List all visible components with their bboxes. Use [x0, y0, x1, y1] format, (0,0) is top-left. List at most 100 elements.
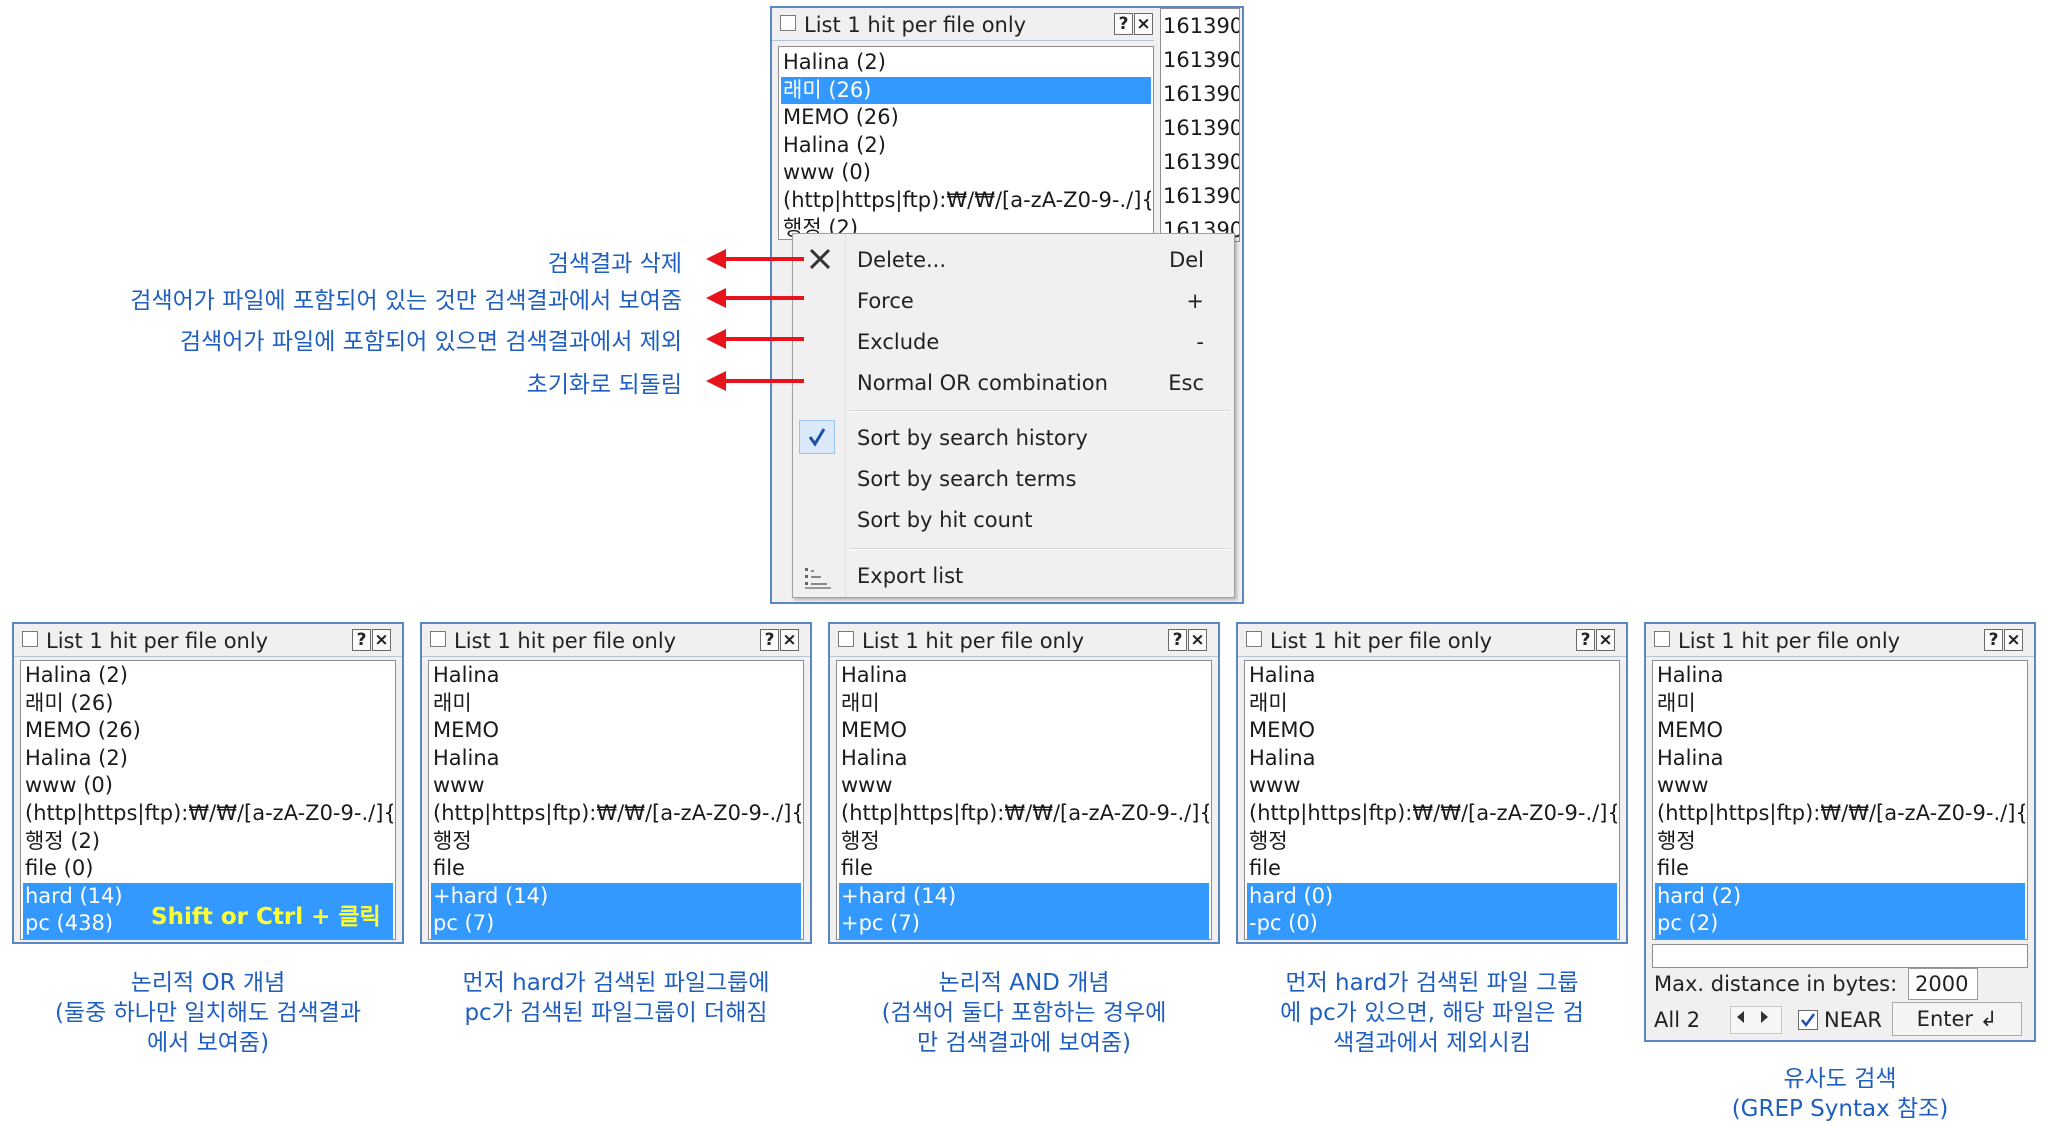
- menu-item-label: Sort by search history: [857, 426, 1088, 450]
- help-button[interactable]: ?: [352, 629, 371, 651]
- list-item[interactable]: -pc (0): [1247, 910, 1617, 939]
- list-item[interactable]: file: [1655, 855, 2025, 882]
- list-item[interactable]: MEMO (26): [781, 104, 1151, 131]
- term-list[interactable]: Halina (2) 래미 (26) MEMO (26) Halina (2) www …: [20, 660, 396, 940]
- hit-per-file-checkbox[interactable]: [22, 631, 38, 647]
- close-button[interactable]: ×: [780, 629, 799, 651]
- list-item[interactable]: file: [839, 855, 1209, 882]
- max-distance-input[interactable]: 2000: [1908, 968, 1978, 1000]
- close-button[interactable]: ×: [2004, 629, 2023, 651]
- panel-caption: 먼저 hard가 검색된 파일그룹에 pc가 검색된 파일그룹이 더해짐: [400, 968, 832, 1028]
- list-item[interactable]: +hard (14): [431, 882, 801, 910]
- list-item[interactable]: pc (2): [1655, 910, 2025, 939]
- list-item[interactable]: 래미: [839, 690, 1209, 717]
- term-list[interactable]: Halina 래미 MEMO Halina www (http|https|ftp):₩/…: [1244, 660, 1620, 940]
- list-item[interactable]: Halina: [431, 745, 801, 772]
- help-button[interactable]: ?: [1114, 13, 1133, 35]
- list-item[interactable]: Halina: [1655, 745, 2025, 772]
- menu-item-delete[interactable]: Delete... Del: [793, 240, 1234, 280]
- list-item[interactable]: hard (2): [1655, 882, 2025, 910]
- menu-item-sort-terms[interactable]: Sort by search terms: [793, 459, 1234, 499]
- term-list[interactable]: Halina 래미 MEMO Halina www (http|https|ftp):₩/…: [428, 660, 804, 940]
- list-item[interactable]: 행정: [431, 828, 801, 855]
- list-item[interactable]: Halina (2): [23, 745, 393, 772]
- list-item[interactable]: Halina: [839, 662, 1209, 689]
- list-item[interactable]: file: [1247, 855, 1617, 882]
- hit-per-file-checkbox[interactable]: [1246, 631, 1262, 647]
- list-item[interactable]: Halina: [1247, 745, 1617, 772]
- list-item[interactable]: www (0): [781, 159, 1151, 186]
- list-item[interactable]: Halina: [431, 662, 801, 689]
- list-item[interactable]: 래미: [431, 690, 801, 717]
- help-button[interactable]: ?: [1984, 629, 2003, 651]
- list-item[interactable]: www (0): [23, 772, 393, 799]
- list-item[interactable]: 행정: [839, 828, 1209, 855]
- help-button[interactable]: ?: [1168, 629, 1187, 651]
- list-item[interactable]: (http|https|ftp):₩/₩/[a-zA-Z0-9-./]{5,5: [839, 800, 1209, 827]
- menu-item-normal-or[interactable]: Normal OR combination Esc: [793, 363, 1234, 403]
- list-item[interactable]: +pc (7): [839, 910, 1209, 939]
- list-item[interactable]: MEMO (26): [23, 717, 393, 744]
- help-button[interactable]: ?: [1576, 629, 1595, 651]
- list-item[interactable]: Halina: [1655, 662, 2025, 689]
- close-button[interactable]: ×: [1134, 13, 1153, 35]
- list-item[interactable]: hard (0): [1247, 882, 1617, 910]
- hit-per-file-checkbox[interactable]: [430, 631, 446, 647]
- hit-per-file-checkbox[interactable]: [780, 15, 796, 31]
- help-button[interactable]: ?: [760, 629, 779, 651]
- menu-item-sort-history[interactable]: Sort by search history: [793, 418, 1234, 458]
- close-button[interactable]: ×: [1596, 629, 1615, 651]
- term-list[interactable]: Halina 래미 MEMO Halina www (http|https|ftp):₩/…: [836, 660, 1212, 940]
- chevron-right-icon[interactable]: [1761, 1011, 1768, 1023]
- list-item[interactable]: 래미: [1247, 690, 1617, 717]
- menu-item-label: Normal OR combination: [857, 371, 1108, 395]
- menu-item-exclude[interactable]: Exclude -: [793, 322, 1234, 362]
- panel-header: List 1 hit per file only? ×: [14, 624, 402, 657]
- list-item[interactable]: pc (7): [431, 910, 801, 939]
- check-icon: [799, 420, 835, 454]
- close-button[interactable]: ×: [1188, 629, 1207, 651]
- list-item[interactable]: (http|https|ftp):₩/₩/[a-zA-Z0-9-./]{5,: [781, 187, 1151, 214]
- list-item[interactable]: (http|https|ftp):₩/₩/[a-zA-Z0-9-./]{5,5: [23, 800, 393, 827]
- hit-per-file-checkbox[interactable]: [1654, 631, 1670, 647]
- list-item[interactable]: (http|https|ftp):₩/₩/[a-zA-Z0-9-./]{5,5: [1247, 800, 1617, 827]
- caption-line: 색결과에서 제외시킴: [1333, 1030, 1531, 1056]
- close-button[interactable]: ×: [372, 629, 391, 651]
- enter-button[interactable]: Enter ↲: [1892, 1002, 2022, 1036]
- list-item[interactable]: (http|https|ftp):₩/₩/[a-zA-Z0-9-./]{5,5: [431, 800, 801, 827]
- list-item[interactable]: file (0): [23, 855, 393, 882]
- list-item[interactable]: 행정: [1247, 828, 1617, 855]
- list-item[interactable]: www: [1247, 772, 1617, 799]
- list-item[interactable]: www: [839, 772, 1209, 799]
- list-item[interactable]: www: [1655, 772, 2025, 799]
- list-item[interactable]: Halina: [1247, 662, 1617, 689]
- term-list[interactable]: Halina 래미 MEMO Halina www (http|https|ftp):₩/…: [1652, 660, 2028, 940]
- list-item[interactable]: 행정 (2): [23, 828, 393, 855]
- menu-item-force[interactable]: Force +: [793, 281, 1234, 321]
- list-item[interactable]: MEMO: [1247, 717, 1617, 744]
- list-item[interactable]: 행정: [1655, 828, 2025, 855]
- hit-per-file-checkbox[interactable]: [838, 631, 854, 647]
- list-item[interactable]: 래미 (26): [23, 690, 393, 717]
- list-item[interactable]: MEMO: [1655, 717, 2025, 744]
- list-item[interactable]: +hard (14): [839, 882, 1209, 910]
- menu-item-export-list[interactable]: Export list: [793, 556, 1234, 596]
- list-item[interactable]: www: [431, 772, 801, 799]
- list-item[interactable]: 래미: [1655, 690, 2025, 717]
- near-checkbox[interactable]: [1798, 1010, 1818, 1030]
- menu-separator: [849, 548, 1230, 550]
- list-item[interactable]: file: [431, 855, 801, 882]
- caption-line: (둘중 하나만 일치해도 검색결과: [55, 1000, 361, 1026]
- term-list[interactable]: Halina (2) 래미 (26) MEMO (26) Halina (2) www …: [778, 46, 1154, 240]
- list-item[interactable]: (http|https|ftp):₩/₩/[a-zA-Z0-9-./]{5,5: [1655, 800, 2025, 827]
- list-item[interactable]: Halina (2): [781, 49, 1151, 76]
- menu-item-sort-hitcount[interactable]: Sort by hit count: [793, 500, 1234, 540]
- chevron-left-icon[interactable]: [1737, 1011, 1744, 1023]
- list-item[interactable]: Halina: [839, 745, 1209, 772]
- list-item[interactable]: MEMO: [839, 717, 1209, 744]
- list-item[interactable]: 래미 (26): [781, 76, 1151, 104]
- prev-next-spinner[interactable]: [1730, 1006, 1782, 1034]
- list-item[interactable]: Halina (2): [781, 132, 1151, 159]
- list-item[interactable]: Halina (2): [23, 662, 393, 689]
- list-item[interactable]: MEMO: [431, 717, 801, 744]
